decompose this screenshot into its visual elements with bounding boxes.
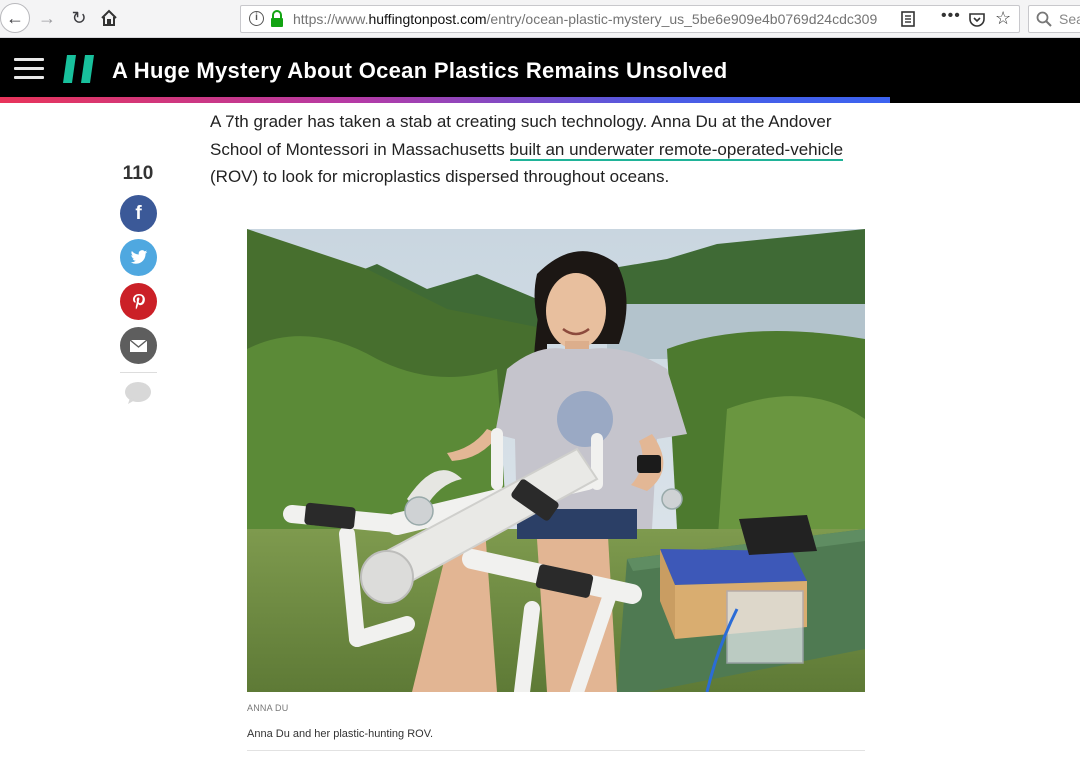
more-icon[interactable]: ••• xyxy=(941,7,961,25)
site-header: A Huge Mystery About Ocean Plastics Rema… xyxy=(0,38,1080,103)
email-icon xyxy=(130,339,147,352)
back-button[interactable]: ← xyxy=(0,3,30,33)
article-text-after: (ROV) to look for microplastics disperse… xyxy=(210,167,670,186)
bookmark-star-icon[interactable]: ☆ xyxy=(995,8,1011,29)
menu-icon[interactable] xyxy=(14,58,44,80)
search-placeholder: Sea xyxy=(1059,11,1080,27)
rov-article-link[interactable]: built an underwater remote-operated-vehi… xyxy=(509,139,844,161)
reload-icon: ↻ xyxy=(71,7,87,28)
facebook-share-button[interactable]: f xyxy=(120,195,157,232)
caption-divider xyxy=(247,750,865,751)
twitter-share-button[interactable] xyxy=(120,239,157,276)
twitter-icon xyxy=(130,250,147,264)
pinterest-share-button[interactable] xyxy=(120,283,157,320)
facebook-icon: f xyxy=(135,202,142,224)
url-text[interactable]: https://www.huffingtonpost.com/entry/oce… xyxy=(293,11,877,27)
url-path: /entry/ocean-plastic-mystery_us_5be6e909… xyxy=(486,11,878,27)
forward-button[interactable]: → xyxy=(34,4,60,32)
photo-illustration xyxy=(247,229,865,692)
email-share-button[interactable] xyxy=(120,327,157,364)
photo-caption: Anna Du and her plastic-hunting ROV. xyxy=(247,728,434,740)
progress-gradient-bar xyxy=(0,97,890,103)
photo-credit: ANNA DU xyxy=(247,703,289,713)
browser-toolbar: ← → ↻ i https://www.huffingtonpost.com/e… xyxy=(0,0,1080,38)
back-icon: ← xyxy=(6,7,24,28)
reload-button[interactable]: ↻ xyxy=(66,4,92,32)
home-icon xyxy=(101,9,117,26)
share-count: 110 xyxy=(122,163,154,184)
reader-view-icon[interactable] xyxy=(901,11,915,27)
url-bar[interactable]: i https://www.huffingtonpost.com/entry/o… xyxy=(240,5,1020,33)
article-paragraph: A 7th grader has taken a stab at creatin… xyxy=(210,108,870,191)
forward-icon: → xyxy=(38,7,56,28)
comment-icon[interactable] xyxy=(124,381,152,405)
huffpost-logo-icon[interactable] xyxy=(63,55,94,83)
pocket-icon[interactable] xyxy=(969,11,985,27)
info-icon[interactable]: i xyxy=(249,11,264,26)
lock-icon[interactable] xyxy=(269,10,285,28)
page-headline: A Huge Mystery About Ocean Plastics Rema… xyxy=(112,58,728,83)
url-prefix: https://www. xyxy=(293,11,369,27)
home-button[interactable] xyxy=(96,4,122,32)
share-rail-divider xyxy=(120,372,157,373)
pinterest-icon xyxy=(132,293,145,309)
search-bar[interactable]: Sea xyxy=(1028,5,1080,33)
url-host: huffingtonpost.com xyxy=(368,11,487,27)
search-icon xyxy=(1036,11,1052,27)
article-photo xyxy=(247,229,865,692)
